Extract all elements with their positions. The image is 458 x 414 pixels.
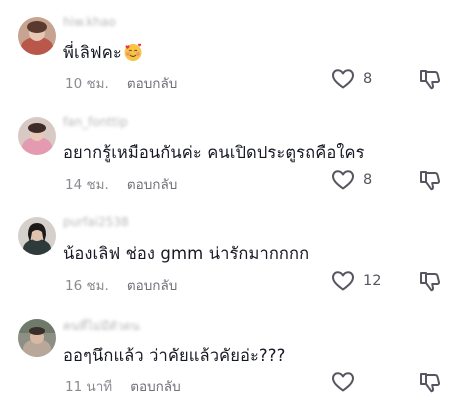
comment-time: 11 นาที [65, 379, 113, 395]
dislike-button[interactable] [419, 68, 441, 94]
avatar[interactable] [18, 217, 56, 255]
thumbs-down-icon [420, 373, 441, 393]
thumbs-down-icon [420, 70, 441, 90]
like-button[interactable]: 12 [331, 270, 381, 292]
heart-outline-icon [332, 271, 354, 291]
comment-meta: 11 นาที ตอบกลับ [65, 375, 181, 397]
comment-time: 16 ชม. [65, 278, 109, 294]
like-button[interactable]: 8 [331, 169, 372, 191]
avatar[interactable] [18, 319, 56, 357]
like-count: 8 [363, 172, 373, 188]
reply-button[interactable]: ตอบกลับ [127, 278, 177, 294]
avatar[interactable] [18, 17, 56, 55]
reply-button[interactable]: ตอบกลับ [127, 76, 177, 92]
comment-meta: 10 ชม. ตอบกลับ [65, 72, 177, 94]
smiling-face-with-hearts-icon [123, 42, 143, 62]
comment-time: 10 ชม. [65, 76, 109, 92]
comment-text: ออๆนึกแล้ว ว่าคัยแล้วคัยอ่ะ??? [63, 343, 286, 369]
comment-text-content: อยากรู้เหมือนกันค่ะ คนเปิดประตูรถคือใคร [63, 143, 365, 162]
comment-text: พี่เลิฟคะ [63, 40, 143, 66]
thumbs-down-icon [420, 272, 441, 292]
comment-username[interactable]: fan_fonttip [63, 115, 128, 129]
reply-button[interactable]: ตอบกลับ [130, 379, 180, 395]
dislike-button[interactable] [419, 371, 441, 397]
reply-button[interactable]: ตอบกลับ [127, 177, 177, 193]
comment-text: น้องเลิฟ ช่อง gmm น่ารักมากกกก [63, 241, 309, 267]
heart-outline-icon [332, 170, 354, 190]
dislike-button[interactable] [419, 270, 441, 296]
avatar[interactable] [18, 117, 56, 155]
like-button[interactable] [331, 371, 363, 393]
comment-time: 14 ชม. [65, 177, 109, 193]
comment-meta: 14 ชม. ตอบกลับ [65, 173, 177, 195]
like-count: 12 [363, 273, 382, 289]
dislike-button[interactable] [419, 169, 441, 195]
comment-meta: 16 ชม. ตอบกลับ [65, 274, 177, 296]
comment-username[interactable]: คนที่ไม่มีตัวตน [63, 317, 140, 336]
like-button[interactable]: 8 [331, 68, 372, 90]
comment-username[interactable]: purfai2538 [63, 215, 129, 229]
comment-text: อยากรู้เหมือนกันค่ะ คนเปิดประตูรถคือใคร [63, 140, 365, 166]
like-count: 8 [363, 71, 373, 87]
thumbs-down-icon [420, 171, 441, 191]
comment-text-content: น้องเลิฟ ช่อง gmm น่ารักมากกกก [63, 244, 310, 263]
heart-outline-icon [332, 69, 354, 89]
heart-outline-icon [332, 372, 354, 392]
comment-username[interactable]: hiw.khao [63, 15, 116, 29]
comment-text-content: พี่เลิฟคะ [63, 43, 122, 62]
comment-text-content: ออๆนึกแล้ว ว่าคัยแล้วคัยอ่ะ??? [63, 346, 286, 365]
